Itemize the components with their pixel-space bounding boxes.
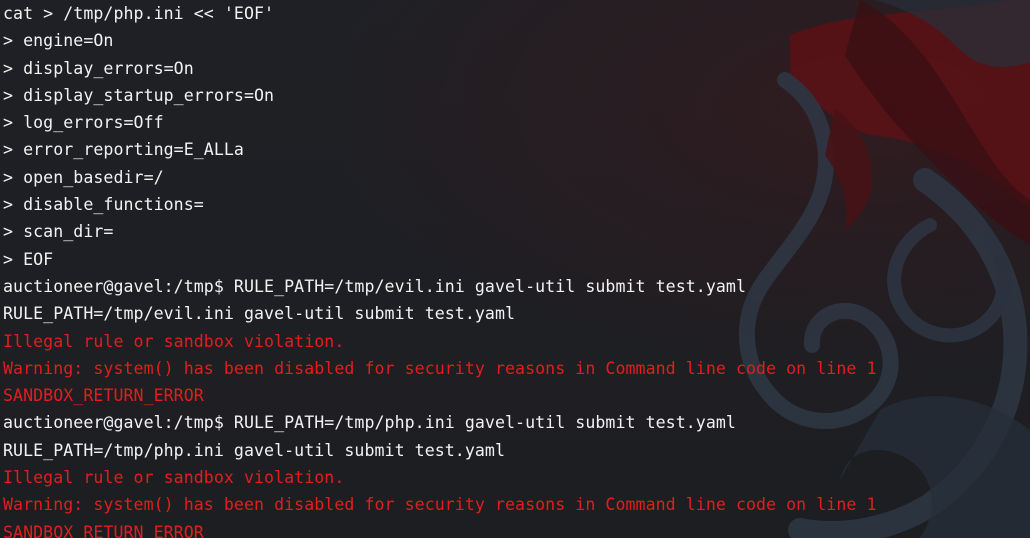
terminal-output[interactable]: cat > /tmp/php.ini << 'EOF' > engine=On … <box>3 0 1030 538</box>
terminal-line: auctioneer@gavel:/tmp$ RULE_PATH=/tmp/ev… <box>3 276 746 296</box>
terminal-line: > engine=On <box>3 31 114 51</box>
terminal-line: > open_basedir=/ <box>3 167 164 187</box>
terminal-line: RULE_PATH=/tmp/php.ini gavel-util submit… <box>3 440 506 460</box>
terminal-line: > EOF <box>3 249 54 269</box>
terminal-error-line: Illegal rule or sandbox violation. <box>3 468 345 488</box>
terminal-line: > display_errors=On <box>3 58 194 78</box>
terminal-line: > display_startup_errors=On <box>3 85 275 105</box>
terminal-error-line: Warning: system() has been disabled for … <box>3 358 877 378</box>
terminal-line: > scan_dir= <box>3 222 114 242</box>
terminal-error-line: Illegal rule or sandbox violation. <box>3 331 345 351</box>
terminal-window[interactable]: cat > /tmp/php.ini << 'EOF' > engine=On … <box>0 0 1030 538</box>
terminal-line: > disable_functions= <box>3 195 204 215</box>
terminal-line: > error_reporting=E_ALLa <box>3 140 244 160</box>
terminal-error-line: SANDBOX_RETURN_ERROR <box>3 522 204 538</box>
terminal-line: > log_errors=Off <box>3 113 164 133</box>
terminal-line: RULE_PATH=/tmp/evil.ini gavel-util submi… <box>3 304 516 324</box>
terminal-line: auctioneer@gavel:/tmp$ RULE_PATH=/tmp/ph… <box>3 413 736 433</box>
terminal-line: cat > /tmp/php.ini << 'EOF' <box>3 4 275 23</box>
terminal-error-line: Warning: system() has been disabled for … <box>3 495 877 515</box>
terminal-error-line: SANDBOX_RETURN_ERROR <box>3 386 204 406</box>
